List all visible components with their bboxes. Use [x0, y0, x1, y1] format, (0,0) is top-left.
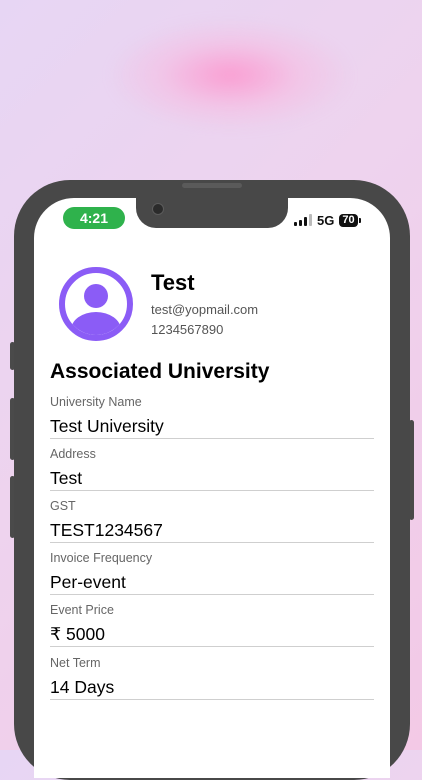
battery-level: 70	[339, 213, 358, 227]
camera-icon	[152, 203, 164, 215]
profile-phone: 1234567890	[151, 322, 224, 337]
field-label: Net Term	[50, 656, 101, 670]
phone-speaker	[182, 183, 242, 188]
section-title: Associated University	[50, 360, 270, 383]
field-label: Invoice Frequency	[50, 551, 153, 565]
field-value: Per-event	[50, 572, 126, 592]
field-label: Event Price	[50, 603, 114, 617]
field-divider	[50, 699, 374, 700]
battery-icon: 70	[339, 213, 361, 227]
field-net-term: Net Term 14 Days	[50, 655, 374, 700]
field-label: University Name	[50, 395, 142, 409]
field-label: GST	[50, 499, 76, 513]
status-indicators: 5G 70	[294, 212, 361, 228]
signal-icon	[294, 214, 312, 226]
field-invoice-frequency: Invoice Frequency Per-event	[50, 550, 374, 595]
field-divider	[50, 542, 374, 543]
field-value: TEST1234567	[50, 520, 163, 540]
field-divider	[50, 594, 374, 595]
background-glow	[110, 20, 350, 130]
field-value: Test	[50, 468, 83, 488]
status-time: 4:21	[63, 207, 125, 229]
field-university-name: University Name Test University	[50, 394, 374, 439]
field-divider	[50, 490, 374, 491]
field-label: Address	[50, 447, 96, 461]
field-value: Test University	[50, 416, 164, 436]
profile-email: test@yopmail.com	[151, 302, 259, 317]
user-avatar-icon[interactable]	[58, 266, 134, 342]
field-divider	[50, 438, 374, 439]
field-gst: GST TEST1234567	[50, 498, 374, 543]
field-address: Address Test	[50, 446, 374, 491]
field-divider	[50, 646, 374, 647]
field-value: ₹ 5000	[50, 624, 105, 644]
field-event-price: Event Price ₹ 5000	[50, 602, 374, 647]
profile-name: Test	[151, 270, 195, 295]
field-value: 14 Days	[50, 677, 115, 697]
network-type: 5G	[317, 212, 335, 228]
